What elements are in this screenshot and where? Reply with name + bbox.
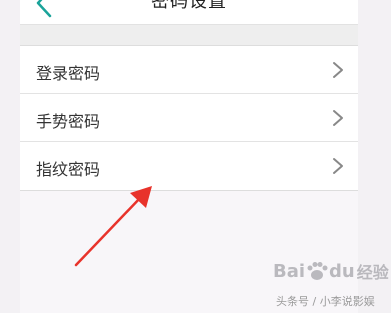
source-watermark: 头条号 / 小李说影娱 [276, 295, 375, 308]
logo-text: Bai [273, 260, 306, 282]
logo-cn-text: 经验 [356, 263, 389, 282]
logo-text-2: du [329, 260, 355, 282]
baidu-jingyan-logo: Bai du 经验 [273, 258, 389, 284]
paw-icon [307, 262, 328, 280]
